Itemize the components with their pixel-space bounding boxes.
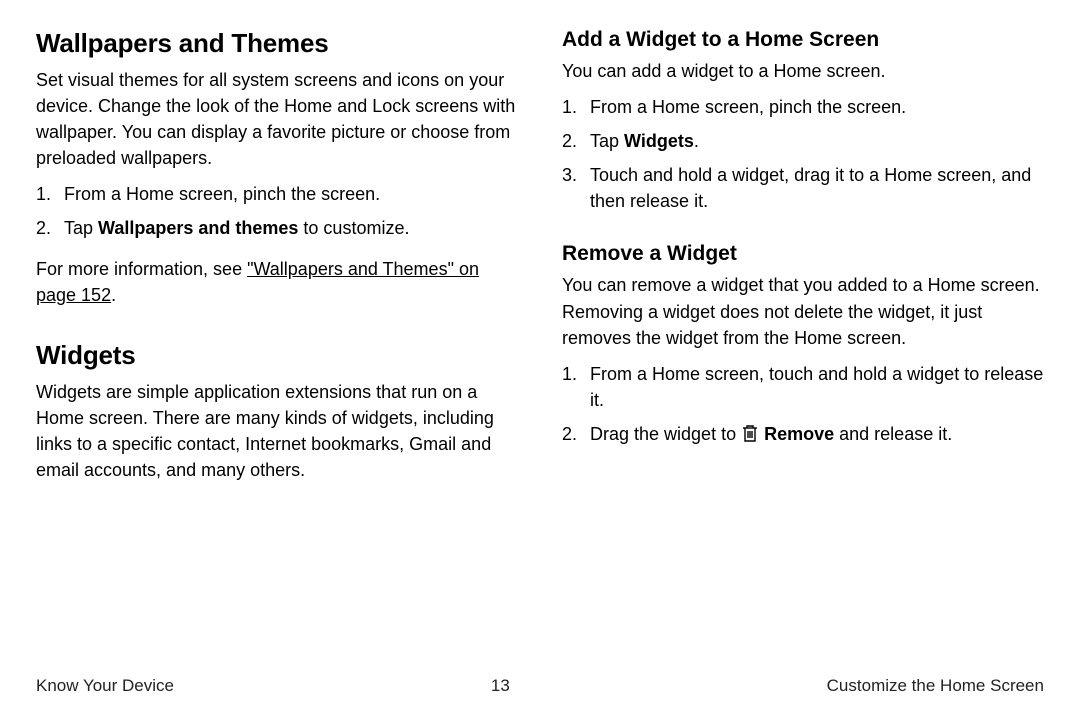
wallpapers-heading: Wallpapers and Themes xyxy=(36,28,518,59)
footer-page-number: 13 xyxy=(491,676,510,696)
add-widget-steps: From a Home screen, pinch the screen. Ta… xyxy=(562,94,1044,214)
right-column: Add a Widget to a Home Screen You can ad… xyxy=(562,28,1044,668)
crossref-prefix: For more information, see xyxy=(36,259,247,279)
wallpapers-crossref: For more information, see "Wallpapers an… xyxy=(36,256,518,308)
step-text-prefix: Drag the widget to xyxy=(590,424,741,444)
widgets-heading: Widgets xyxy=(36,340,518,371)
add-widget-heading: Add a Widget to a Home Screen xyxy=(562,28,1044,52)
add-widget-step-2: Tap Widgets. xyxy=(562,128,1044,154)
remove-widget-step-1: From a Home screen, touch and hold a wid… xyxy=(562,361,1044,413)
step-text-suffix: . xyxy=(694,131,699,151)
remove-widget-steps: From a Home screen, touch and hold a wid… xyxy=(562,361,1044,447)
step-text-suffix: and release it. xyxy=(834,424,952,444)
trash-icon xyxy=(741,423,759,443)
remove-widget-heading: Remove a Widget xyxy=(562,242,1044,266)
step-text-bold: Wallpapers and themes xyxy=(98,218,298,238)
crossref-suffix: . xyxy=(111,285,116,305)
wallpapers-intro: Set visual themes for all system screens… xyxy=(36,67,518,171)
step-text-prefix: Tap xyxy=(590,131,624,151)
add-widget-step-3: Touch and hold a widget, drag it to a Ho… xyxy=(562,162,1044,214)
wallpapers-step-2: Tap Wallpapers and themes to customize. xyxy=(36,215,518,241)
left-column: Wallpapers and Themes Set visual themes … xyxy=(36,28,518,668)
add-widget-step-1: From a Home screen, pinch the screen. xyxy=(562,94,1044,120)
page-footer: Know Your Device 13 Customize the Home S… xyxy=(36,676,1044,696)
remove-widget-intro: You can remove a widget that you added t… xyxy=(562,272,1044,350)
step-text-prefix: Tap xyxy=(64,218,98,238)
remove-widget-step-2: Drag the widget to Remove and release it… xyxy=(562,421,1044,447)
content-columns: Wallpapers and Themes Set visual themes … xyxy=(36,28,1044,668)
footer-left: Know Your Device xyxy=(36,676,174,696)
step-text-bold: Widgets xyxy=(624,131,694,151)
step-text-bold: Remove xyxy=(759,424,834,444)
step-text-suffix: to customize. xyxy=(298,218,409,238)
footer-right: Customize the Home Screen xyxy=(827,676,1044,696)
add-widget-intro: You can add a widget to a Home screen. xyxy=(562,58,1044,84)
widgets-intro: Widgets are simple application extension… xyxy=(36,379,518,483)
wallpapers-steps: From a Home screen, pinch the screen. Ta… xyxy=(36,181,518,241)
wallpapers-step-1: From a Home screen, pinch the screen. xyxy=(36,181,518,207)
